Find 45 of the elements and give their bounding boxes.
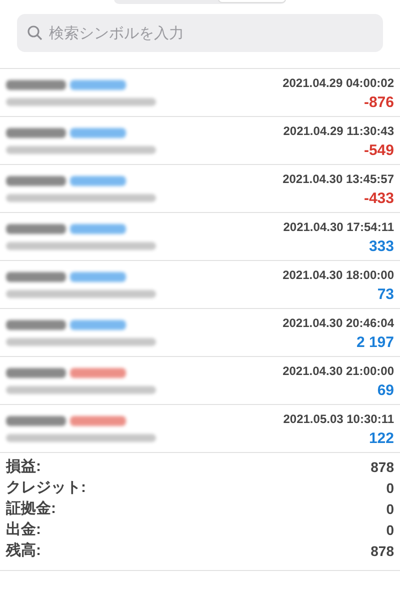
search-icon — [27, 25, 43, 41]
blurred-symbol-drawing — [6, 224, 66, 234]
deal-time: 2021.04.30 20:46:04 — [282, 314, 394, 332]
blurred-symbol-drawing — [6, 80, 66, 90]
deal-time: 2021.05.03 10:30:11 — [283, 410, 394, 428]
blurred-symbol-drawing — [6, 128, 66, 138]
deal-time: 2021.04.29 04:00:02 — [282, 74, 394, 92]
blurred-symbol-drawing — [6, 320, 66, 330]
summary-label: クレジット: — [6, 478, 86, 498]
segmented-control[interactable] — [114, 0, 286, 4]
blurred-symbol-drawing — [6, 272, 66, 282]
deal-time: 2021.04.30 17:54:11 — [283, 218, 394, 236]
search-field[interactable]: 検索シンボルを入力 — [17, 14, 383, 52]
deal-profit: -549 — [364, 140, 394, 160]
deal-profit: 73 — [377, 284, 394, 304]
summary-value: 0 — [386, 500, 394, 519]
deal-profit: -433 — [364, 188, 394, 208]
blurred-order-drawing — [70, 368, 126, 378]
blurred-order-drawing — [70, 176, 126, 186]
blurred-order-drawing — [70, 80, 126, 90]
blurred-symbol-drawing — [6, 176, 66, 186]
summary-label: 出金: — [6, 520, 41, 540]
blurred-order-drawing — [70, 224, 126, 234]
blurred-symbol-drawing — [6, 368, 66, 378]
deal-time: 2021.04.30 18:00:00 — [282, 266, 394, 284]
deal-profit: -876 — [364, 92, 394, 112]
summary-label: 残高: — [6, 541, 41, 562]
deal-profit: 122 — [368, 428, 394, 448]
deal-time: 2021.04.29 11:30:43 — [283, 122, 394, 140]
deal-time: 2021.04.30 21:00:00 — [282, 362, 394, 380]
summary-label: 証拠金: — [6, 499, 56, 520]
summary-label: 損益: — [6, 457, 41, 478]
blurred-order-drawing — [70, 272, 126, 282]
deal-profit: 69 — [377, 380, 394, 400]
blurred-order-drawing — [70, 320, 126, 330]
blurred-order-drawing — [70, 128, 126, 138]
deal-profit: 2 197 — [356, 332, 394, 352]
blurred-order-drawing — [70, 416, 126, 426]
summary-value: 878 — [370, 542, 394, 561]
deal-time: 2021.04.30 13:45:57 — [282, 170, 394, 188]
deal-profit: 333 — [368, 236, 394, 256]
summary-value: 878 — [370, 458, 394, 477]
blurred-symbol-drawing — [6, 416, 66, 426]
summary-value: 0 — [386, 521, 394, 540]
summary-value: 0 — [386, 479, 394, 498]
